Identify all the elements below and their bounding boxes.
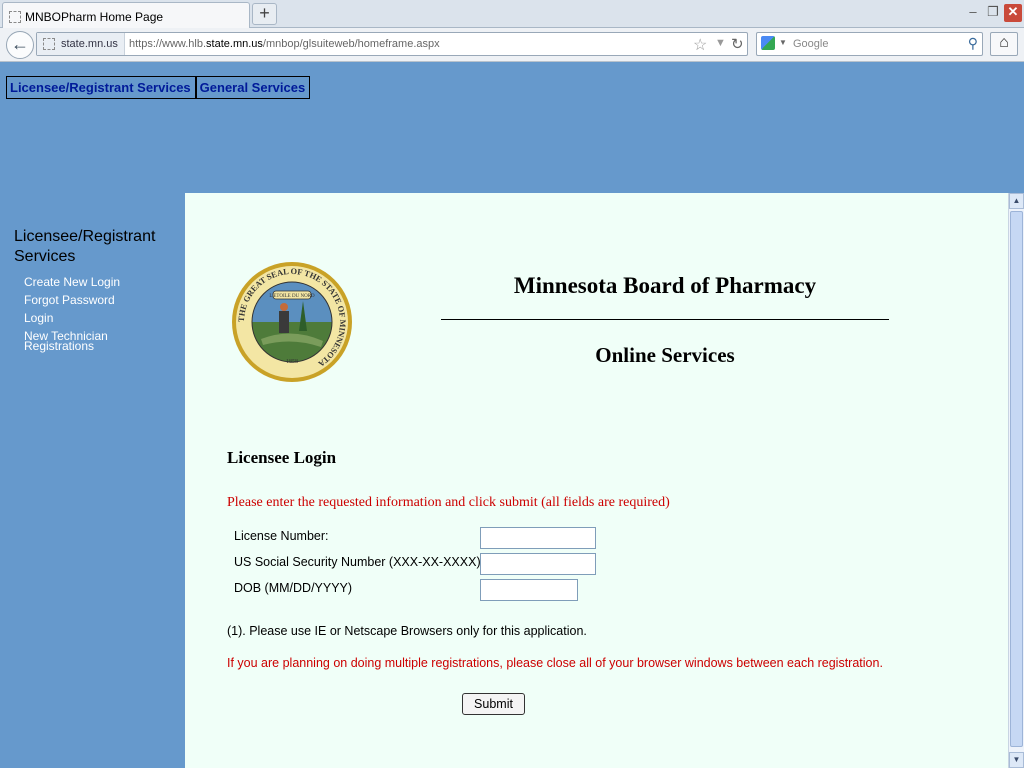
home-icon[interactable]: ⌂ [990, 32, 1018, 56]
search-bar[interactable]: ▼ Google ⚲ [756, 32, 983, 56]
seal-motto: L'ETOILE DU NORD [269, 294, 315, 299]
browser-tab[interactable]: MNBOPharm Home Page [2, 2, 250, 29]
minimize-icon[interactable]: – [964, 4, 982, 22]
url-prefix: https://www.hlb. [129, 38, 207, 50]
site-icon [43, 38, 55, 50]
browser-note: (1). Please use IE or Netscape Browsers … [227, 624, 587, 638]
main-content: L'ETOILE DU NORD 1858 THE GREAT SEAL OF … [185, 193, 1008, 768]
ssn-label: US Social Security Number (XXX-XX-XXXX) [234, 555, 481, 569]
browser-nav-bar: ← state.mn.us https://www.hlb.state.mn.u… [0, 28, 1024, 62]
sidebar-link-login[interactable]: Login [24, 312, 53, 324]
menu-general-services[interactable]: General Services [195, 76, 311, 99]
sidebar-link-create-new-login[interactable]: Create New Login [24, 276, 120, 288]
top-menu: Licensee/Registrant Services General Ser… [6, 76, 311, 99]
tab-title: MNBOPharm Home Page [25, 10, 164, 24]
menu-licensee-registrant-services[interactable]: Licensee/Registrant Services [6, 76, 196, 99]
login-heading: Licensee Login [227, 448, 337, 467]
license-number-label: License Number: [234, 529, 329, 543]
search-icon[interactable]: ⚲ [968, 35, 978, 52]
site-identity-label: state.mn.us [61, 38, 118, 50]
seal-year: 1858 [286, 359, 298, 365]
state-seal-logo: L'ETOILE DU NORD 1858 THE GREAT SEAL OF … [232, 262, 352, 382]
site-identity-button[interactable]: state.mn.us [37, 33, 125, 55]
sidebar-link-forgot-password[interactable]: Forgot Password [24, 294, 115, 306]
dob-input[interactable] [480, 579, 578, 601]
reload-icon[interactable]: ↻ [731, 35, 744, 53]
page-icon [9, 11, 21, 23]
dob-label: DOB (MM/DD/YYYY) [234, 581, 353, 595]
back-arrow-icon[interactable]: ← [6, 31, 34, 59]
restore-icon[interactable]: ❐ [984, 4, 1002, 22]
board-title: Minnesota Board of Pharmacy [513, 273, 817, 298]
bookmark-star-icon[interactable]: ☆ [693, 35, 707, 55]
login-instructions: Please enter the requested information a… [227, 495, 670, 510]
vertical-scrollbar[interactable]: ▲ ▼ [1008, 193, 1024, 768]
scroll-thumb[interactable] [1010, 211, 1023, 747]
sidebar-title: Licensee/Registrant Services [14, 228, 156, 265]
url-domain: state.mn.us [206, 38, 263, 50]
scroll-down-arrow-icon[interactable]: ▼ [1009, 752, 1024, 768]
search-input[interactable]: Google [793, 38, 828, 50]
history-dropdown-icon[interactable]: ▼ [715, 37, 726, 49]
scroll-up-arrow-icon[interactable]: ▲ [1009, 193, 1024, 209]
title-divider [441, 319, 889, 320]
license-number-input[interactable] [480, 527, 596, 549]
ssn-input[interactable] [480, 553, 596, 575]
page-subtitle: Online Services [595, 343, 735, 367]
search-engine-dropdown-icon[interactable]: ▼ [779, 38, 787, 47]
submit-button[interactable]: Submit [462, 693, 525, 715]
sidebar: Licensee/Registrant Services Create New … [0, 193, 185, 768]
new-tab-button[interactable]: + [252, 3, 277, 25]
close-icon[interactable]: ✕ [1004, 4, 1022, 22]
url-path: /mnbop/glsuiteweb/homeframe.aspx [262, 38, 440, 50]
browser-tab-bar: MNBOPharm Home Page + – ❐ ✕ [0, 0, 1024, 29]
address-bar[interactable]: state.mn.us https://www.hlb.state.mn.us/… [36, 32, 748, 56]
sidebar-link-new-technician-registrations[interactable]: New Technician Registrations [24, 330, 124, 352]
url-text[interactable]: https://www.hlb.state.mn.us/mnbop/glsuit… [129, 38, 440, 50]
google-icon[interactable] [761, 36, 775, 50]
multiple-registrations-warning: If you are planning on doing multiple re… [227, 656, 883, 670]
